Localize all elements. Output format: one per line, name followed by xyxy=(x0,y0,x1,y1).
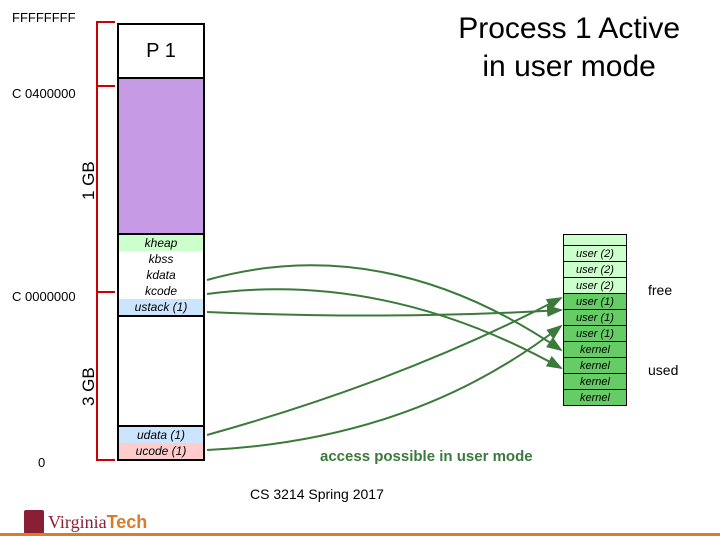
addr-0: 0 xyxy=(38,455,45,470)
title-line2: in user mode xyxy=(482,50,655,83)
legend-free: free xyxy=(648,282,672,298)
addr-c0400000: C 0400000 xyxy=(12,86,76,101)
phys-row-6: kernel xyxy=(563,342,627,358)
legend-used: used xyxy=(648,362,678,378)
mapping-arrows xyxy=(205,240,565,460)
title-line1: Process 1 Active xyxy=(458,12,680,45)
phys-row-2: user (2) xyxy=(563,278,627,294)
seg-ucode1: ucode (1) xyxy=(119,443,203,459)
phys-top-free xyxy=(563,234,627,246)
region-p1: P 1 xyxy=(117,23,205,79)
logo-tech: Tech xyxy=(107,512,148,532)
logo-virginia: Virginia xyxy=(48,512,107,532)
label-1gb: 1 GB xyxy=(79,161,99,200)
phys-row-1: user (2) xyxy=(563,262,627,278)
physical-memory: user (2)user (2)user (2)user (1)user (1)… xyxy=(563,234,627,406)
page-title: Process 1 Active in user mode xyxy=(458,10,680,85)
access-caption: access possible in user mode xyxy=(320,448,533,465)
phys-row-4: user (1) xyxy=(563,310,627,326)
addr-c0000000: C 0000000 xyxy=(12,289,76,304)
phys-row-0: user (2) xyxy=(563,246,627,262)
label-3gb: 3 GB xyxy=(79,367,99,406)
seg-ustack1: ustack (1) xyxy=(119,299,203,315)
region-user-3gb xyxy=(117,317,205,427)
seg-kheap: kheap xyxy=(119,235,203,251)
footer-bar xyxy=(0,533,720,536)
vt-shield-icon xyxy=(24,510,44,534)
p1-label: P 1 xyxy=(146,40,176,62)
phys-row-9: kernel xyxy=(563,390,627,406)
course-footer: CS 3214 Spring 2017 xyxy=(250,486,384,502)
seg-kcode: kcode xyxy=(119,283,203,299)
seg-udata1: udata (1) xyxy=(119,427,203,443)
vt-logo: VirginiaTech xyxy=(24,510,147,534)
kernel-segments: kheap kbss kdata kcode ustack (1) xyxy=(117,235,205,317)
seg-kdata: kdata xyxy=(119,267,203,283)
phys-row-8: kernel xyxy=(563,374,627,390)
phys-row-5: user (1) xyxy=(563,326,627,342)
phys-row-7: kernel xyxy=(563,358,627,374)
addr-ffffffff: FFFFFFFF xyxy=(12,10,76,25)
phys-row-3: user (1) xyxy=(563,294,627,310)
seg-kbss: kbss xyxy=(119,251,203,267)
logo-text: VirginiaTech xyxy=(48,512,147,533)
user-segments: udata (1) ucode (1) xyxy=(117,427,205,461)
region-kernel-1gb xyxy=(117,79,205,235)
